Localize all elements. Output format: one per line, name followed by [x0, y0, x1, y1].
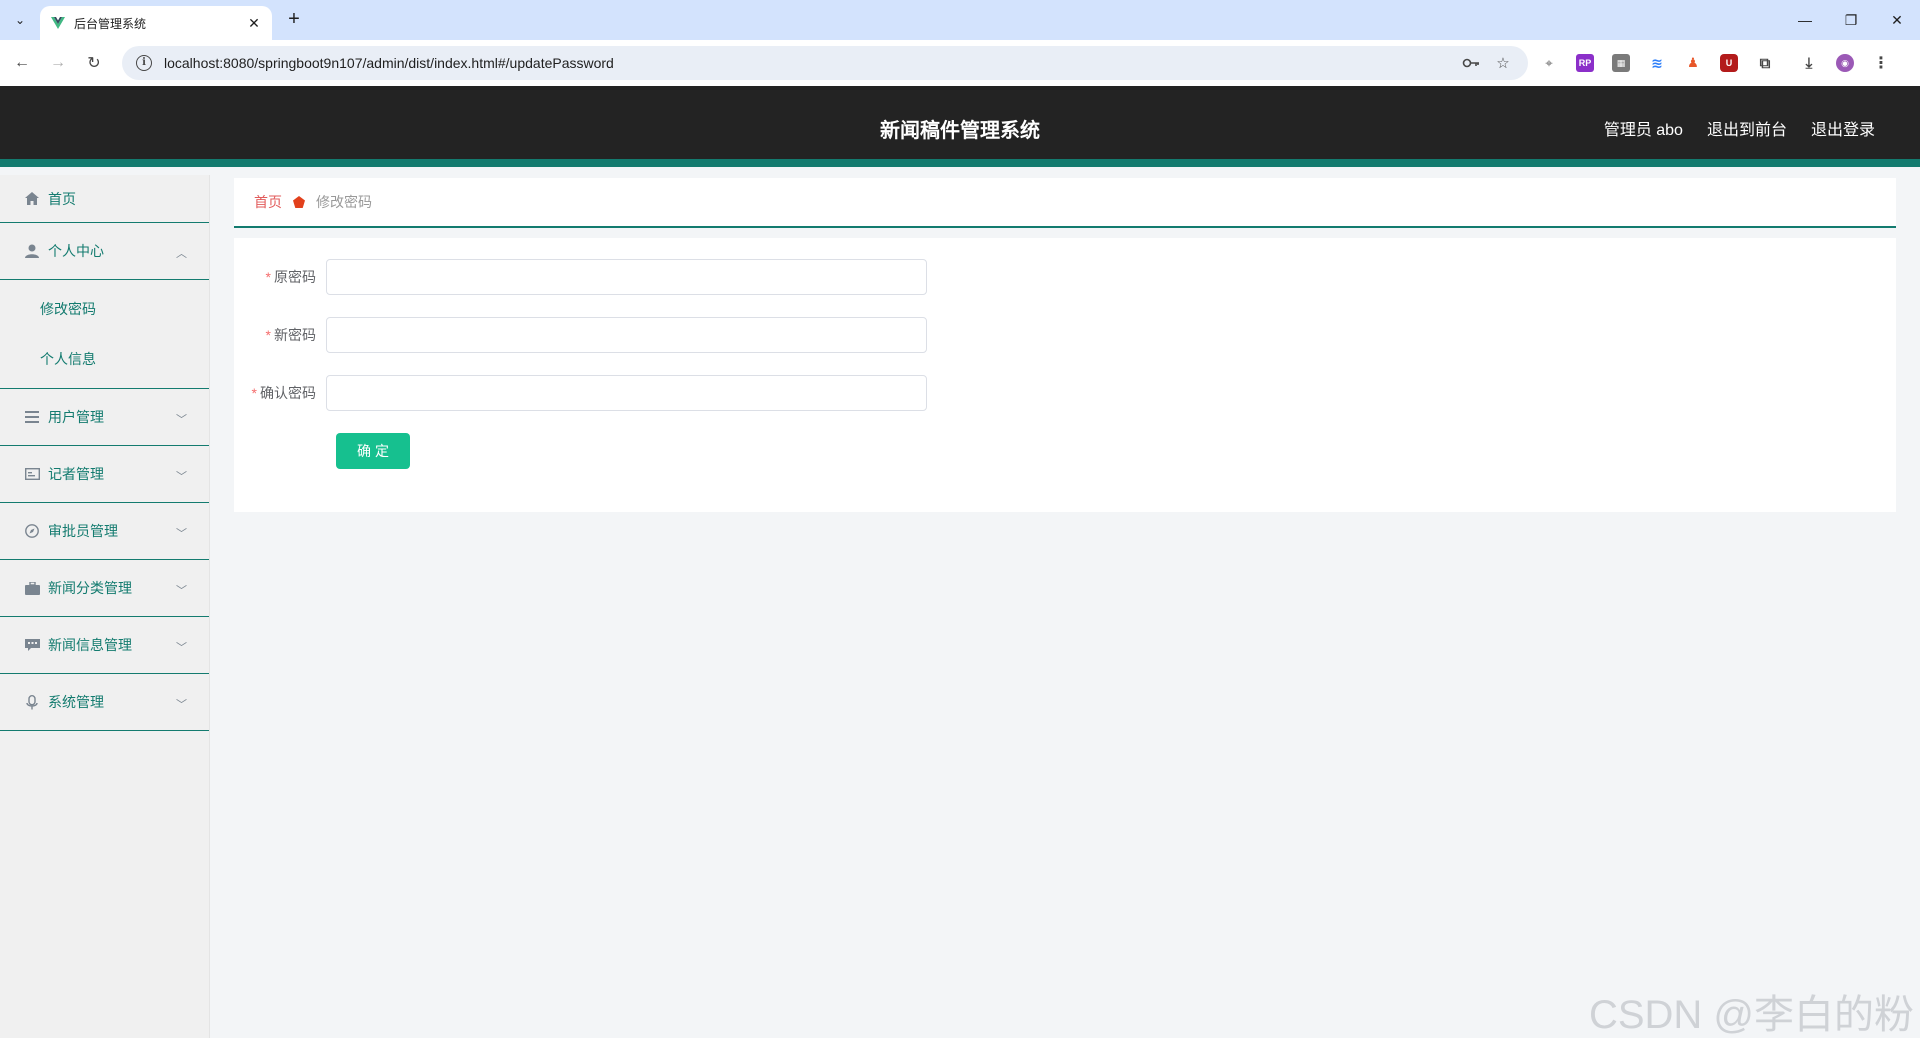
extensions-bar: ⌖ RP ▦ ≋ ♟ U ⧉ ⤓ ◉ ⋮: [1540, 51, 1908, 75]
old-password-row: * 原密码: [234, 258, 927, 296]
briefcase-icon: [24, 580, 40, 596]
ublock-shield-icon[interactable]: U: [1720, 54, 1738, 72]
address-bar[interactable]: i localhost:8080/springboot9n107/admin/d…: [122, 46, 1528, 80]
chevron-down-icon: ﹀: [176, 528, 187, 540]
home-icon: [24, 191, 40, 207]
chat-icon: [24, 637, 40, 653]
sidebar-item-label: 记者管理: [48, 466, 104, 482]
confirm-button[interactable]: 确定: [336, 433, 410, 469]
download-icon[interactable]: ⤓: [1800, 54, 1818, 72]
change-password-form: * 原密码 * 新密码 * 确认密码 确定: [234, 238, 1896, 512]
sidebar-item-personal-center[interactable]: 个人中心 ︿: [0, 223, 209, 280]
sidebar-item-label: 新闻分类管理: [48, 580, 132, 596]
figure-extension-icon[interactable]: ♟: [1684, 54, 1702, 72]
new-password-input[interactable]: [326, 317, 927, 353]
mic-icon: [24, 694, 40, 710]
chevron-down-icon: ﹀: [176, 414, 187, 426]
confirm-password-label: * 确认密码: [234, 383, 326, 403]
close-tab-icon[interactable]: ✕: [246, 15, 262, 32]
browser-tab[interactable]: 后台管理系统 ✕: [40, 6, 272, 40]
sidebar: 首页 个人中心 ︿ 修改密码 个人信息 用户管理 ﹀ 记者管理 ﹀ 审批员管理 …: [0, 175, 210, 1038]
current-user-label: 管理员 abo: [1603, 122, 1683, 139]
sidebar-item-label: 系统管理: [48, 694, 104, 710]
rp-extension-icon[interactable]: RP: [1576, 54, 1594, 72]
sidebar-item-label: 个人中心: [48, 243, 104, 259]
compass-icon: [24, 523, 40, 539]
required-asterisk: *: [265, 269, 271, 285]
chevron-down-icon: ﹀: [176, 642, 187, 654]
watermark-text: CSDN @李白的粉: [1588, 993, 1914, 1037]
window-controls: — ❐ ✕: [1782, 0, 1920, 40]
profile-avatar-icon[interactable]: ◉: [1836, 54, 1854, 72]
sidebar-item-reporter-management[interactable]: 记者管理 ﹀: [0, 446, 209, 503]
confirm-password-label-text: 确认密码: [260, 385, 316, 401]
old-password-label-text: 原密码: [274, 269, 316, 285]
chevron-down-icon: ﹀: [176, 471, 187, 483]
sidebar-item-label: 用户管理: [48, 409, 104, 425]
tab-search-icon[interactable]: ⌄: [8, 8, 32, 32]
reload-icon[interactable]: ↻: [82, 51, 106, 75]
layers-extension-icon[interactable]: ≋: [1648, 54, 1666, 72]
id-card-icon: [24, 466, 40, 482]
new-password-label: * 新密码: [234, 325, 326, 345]
browser-tab-strip: ⌄ 后台管理系统 ✕ + — ❐ ✕: [0, 0, 1920, 40]
back-to-front-link[interactable]: 退出到前台: [1707, 116, 1787, 140]
site-info-icon[interactable]: i: [136, 55, 152, 71]
extensions-puzzle-icon[interactable]: ⧉: [1756, 54, 1774, 72]
url-text[interactable]: localhost:8080/springboot9n107/admin/dis…: [164, 55, 1450, 71]
required-asterisk: *: [251, 385, 257, 401]
user-icon: [24, 243, 40, 259]
pentagon-separator-icon: [292, 195, 306, 209]
personal-center-submenu: 修改密码 个人信息: [0, 280, 209, 389]
breadcrumb-home[interactable]: 首页: [254, 192, 282, 212]
password-key-icon[interactable]: [1460, 52, 1482, 74]
app-header: 新闻稿件管理系统 管理员 abo 退出到前台 退出登录: [0, 86, 1920, 167]
confirm-password-input[interactable]: [326, 375, 927, 411]
sidebar-item-system-management[interactable]: 系统管理 ﹀: [0, 674, 209, 731]
sidebar-item-news-info-management[interactable]: 新闻信息管理 ﹀: [0, 617, 209, 674]
sidebar-item-label: 审批员管理: [48, 523, 118, 539]
tab-title: 后台管理系统: [74, 16, 147, 31]
translate-extension-icon[interactable]: ▦: [1612, 54, 1630, 72]
close-window-icon[interactable]: ✕: [1874, 0, 1920, 40]
logout-link[interactable]: 退出登录: [1811, 116, 1875, 140]
confirm-password-row: * 确认密码: [234, 374, 927, 412]
breadcrumb-current: 修改密码: [316, 194, 372, 210]
browser-menu-icon[interactable]: ⋮: [1872, 54, 1890, 72]
chevron-down-icon: ﹀: [176, 699, 187, 711]
cursor-extension-icon[interactable]: ⌖: [1540, 54, 1558, 72]
sidebar-item-personal-info[interactable]: 个人信息: [0, 334, 209, 384]
chevron-down-icon: ﹀: [176, 585, 187, 597]
new-password-row: * 新密码: [234, 316, 927, 354]
vue-logo-icon: [50, 15, 66, 31]
sidebar-item-label: 新闻信息管理: [48, 637, 132, 653]
sidebar-item-home[interactable]: 首页: [0, 175, 209, 223]
new-password-label-text: 新密码: [274, 327, 316, 343]
sidebar-item-news-category-management[interactable]: 新闻分类管理 ﹀: [0, 560, 209, 617]
sidebar-item-approver-management[interactable]: 审批员管理 ﹀: [0, 503, 209, 560]
browser-toolbar: ← → ↻ i localhost:8080/springboot9n107/a…: [0, 40, 1920, 86]
sidebar-item-user-management[interactable]: 用户管理 ﹀: [0, 389, 209, 446]
header-actions: 管理员 abo 退出到前台 退出登录: [1580, 116, 1875, 140]
breadcrumb: 首页 修改密码: [234, 178, 1896, 228]
chevron-up-icon: ︿: [176, 248, 187, 260]
sidebar-item-label: 首页: [48, 190, 76, 207]
forward-icon[interactable]: →: [46, 51, 70, 75]
required-asterisk: *: [265, 327, 271, 343]
minimize-icon[interactable]: —: [1782, 0, 1828, 40]
old-password-input[interactable]: [326, 259, 927, 295]
sidebar-item-change-password[interactable]: 修改密码: [0, 284, 209, 334]
new-tab-icon[interactable]: +: [282, 8, 306, 32]
back-icon[interactable]: ←: [10, 51, 34, 75]
old-password-label: * 原密码: [234, 267, 326, 287]
restore-icon[interactable]: ❐: [1828, 0, 1874, 40]
list-icon: [24, 409, 40, 425]
bookmark-star-icon[interactable]: ☆: [1492, 52, 1514, 74]
